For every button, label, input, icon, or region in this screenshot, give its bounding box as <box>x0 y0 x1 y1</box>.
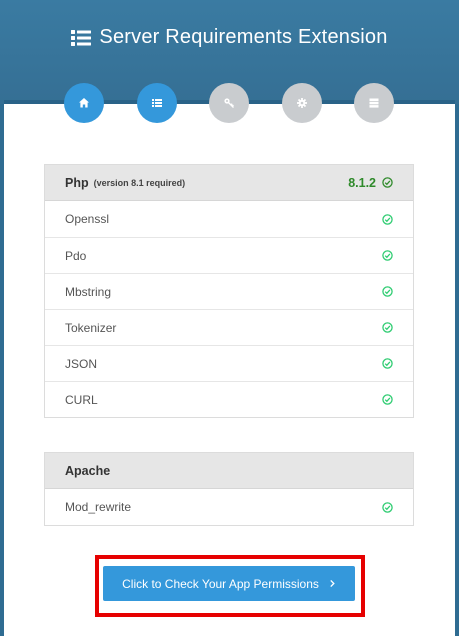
module-name: Mod_rewrite <box>65 500 132 514</box>
list-item: Mod_rewrite <box>45 489 413 525</box>
check-permissions-label: Click to Check Your App Permissions <box>122 576 319 591</box>
wizard-steps <box>0 83 459 123</box>
check-circle-icon <box>382 213 393 225</box>
status-ok <box>382 322 393 333</box>
step-requirements[interactable] <box>137 83 177 123</box>
status-ok <box>382 286 393 297</box>
php-label: Php <box>65 175 89 190</box>
check-circle-icon <box>382 501 393 513</box>
check-permissions-button[interactable]: Click to Check Your App Permissions <box>103 566 355 601</box>
status-ok <box>382 358 393 369</box>
php-requirements-panel: Php (version 8.1 required) 8.1.2 Openssl… <box>44 164 414 418</box>
list-item: JSON <box>45 345 413 381</box>
check-circle-icon <box>382 358 393 369</box>
step-finish[interactable] <box>354 83 394 123</box>
step-environment[interactable] <box>282 83 322 123</box>
key-icon <box>224 98 234 108</box>
php-version-note: (version 8.1 required) <box>93 177 186 188</box>
home-icon <box>79 98 89 108</box>
status-ok <box>382 250 393 261</box>
php-version: 8.1.2 <box>348 176 393 190</box>
php-version-value: 8.1.2 <box>348 175 376 190</box>
check-circle-icon <box>382 322 393 333</box>
extension-name: Openssl <box>65 212 110 226</box>
status-ok <box>382 213 393 225</box>
check-circle-icon <box>382 286 393 297</box>
extension-name: JSON <box>65 356 98 371</box>
server-icon <box>369 98 379 108</box>
gear-icon <box>297 98 307 108</box>
check-circle-icon <box>382 177 393 188</box>
list-item: Openssl <box>45 201 413 237</box>
list-icon <box>152 99 162 107</box>
status-ok <box>382 394 393 405</box>
step-permissions[interactable] <box>209 83 249 123</box>
apache-requirements-panel: Apache Mod_rewrite <box>44 452 414 526</box>
page-title-text: Server Requirements Extension <box>99 26 388 48</box>
page-title: Server Requirements Extension <box>0 26 459 49</box>
extension-name: Tokenizer <box>65 320 117 335</box>
apache-module-list: Mod_rewrite <box>45 489 413 525</box>
check-circle-icon <box>382 250 393 261</box>
list-item: CURL <box>45 381 413 417</box>
status-ok <box>382 501 393 513</box>
step-welcome[interactable] <box>64 83 104 123</box>
extension-name: Mbstring <box>65 284 112 299</box>
php-panel-header: Php (version 8.1 required) 8.1.2 <box>45 165 413 201</box>
chevron-right-icon <box>330 579 335 588</box>
apache-panel-header: Apache <box>45 453 413 489</box>
apache-label: Apache <box>65 463 111 478</box>
list-icon <box>71 29 92 46</box>
list-item: Pdo <box>45 237 413 273</box>
check-circle-icon <box>382 394 393 405</box>
extension-name: Pdo <box>65 248 87 263</box>
list-item: Mbstring <box>45 273 413 309</box>
extension-name: CURL <box>65 392 98 407</box>
list-item: Tokenizer <box>45 309 413 345</box>
php-extension-list: Openssl Pdo Mbstring Tokenizer JSON CURL <box>45 201 413 417</box>
